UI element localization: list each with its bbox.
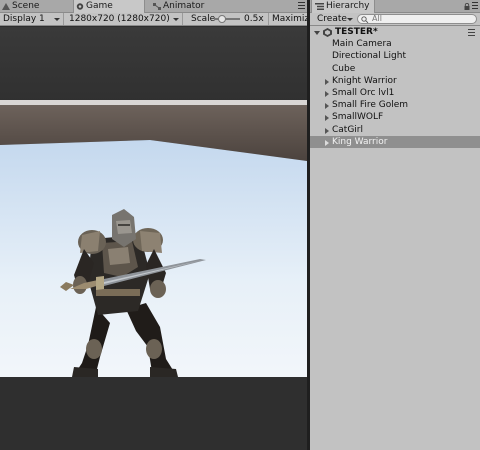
hierarchy-item-main-camera[interactable]: Main Camera (310, 38, 480, 50)
tab-animator[interactable]: Animator (151, 0, 231, 13)
wall-ledge (0, 100, 307, 105)
expand-arrow-icon[interactable] (325, 127, 329, 134)
game-toolbar: Display 1 1280x720 (1280x720) Scale 0.5x… (0, 13, 315, 26)
scale-label: Scale (191, 14, 216, 24)
tab-game[interactable]: Game (73, 0, 145, 13)
scene-root-row[interactable]: TESTER* (310, 26, 480, 38)
game-panel: Scene Game Animator Display 1 1280x720 (… (0, 0, 315, 450)
hierarchy-search-input[interactable]: All (357, 14, 477, 24)
game-viewport[interactable] (0, 27, 307, 450)
game-icon (76, 3, 84, 10)
hierarchy-item-smallwolf[interactable]: SmallWOLF (310, 111, 480, 123)
scene-icon (2, 3, 10, 10)
lock-icon[interactable] (464, 3, 470, 10)
chevron-down-icon (173, 18, 179, 21)
tab-game-label: Game (86, 1, 113, 11)
hierarchy-icon (315, 3, 324, 10)
display-label: Display 1 (3, 14, 45, 24)
hierarchy-item-label: Small Fire Golem (332, 100, 409, 111)
hierarchy-item-knight-warrior[interactable]: Knight Warrior (310, 75, 480, 87)
viewport-bottom-area (0, 377, 307, 450)
game-render (0, 27, 307, 450)
scene-name: TESTER* (335, 27, 378, 37)
unity-scene-icon (323, 28, 332, 37)
hierarchy-tab-bar: Hierarchy (310, 0, 480, 13)
hierarchy-item-king-warrior[interactable]: King Warrior (310, 135, 480, 148)
tab-animator-label: Animator (163, 1, 205, 11)
search-icon (361, 16, 369, 23)
hierarchy-item-cube[interactable]: Cube (310, 63, 480, 75)
scale-value: 0.5x (241, 13, 269, 25)
hierarchy-item-small-fire-golem[interactable]: Small Fire Golem (310, 99, 480, 111)
resolution-label: 1280x720 (1280x720) (69, 14, 170, 24)
hierarchy-item-small-orc-lvl1[interactable]: Small Orc lvl1 (310, 87, 480, 99)
expand-arrow-icon[interactable] (325, 139, 329, 146)
expand-arrow-icon[interactable] (325, 78, 329, 85)
tab-hierarchy[interactable]: Hierarchy (311, 0, 375, 13)
scale-slider-handle[interactable] (218, 15, 226, 23)
create-label: Create (317, 14, 347, 24)
expand-arrow-icon[interactable] (325, 115, 329, 122)
hierarchy-toolbar: Create All (310, 13, 480, 26)
hierarchy-item-label: Knight Warrior (332, 75, 397, 86)
panel-menu-icon[interactable] (298, 2, 305, 10)
animator-icon (153, 3, 161, 10)
expand-arrow-icon[interactable] (314, 31, 320, 35)
tab-scene[interactable]: Scene (0, 0, 68, 13)
hierarchy-item-label: King Warrior (332, 136, 388, 147)
hierarchy-panel: Hierarchy Create All TESTER* Main Camera… (310, 0, 480, 450)
hierarchy-item-label: Cube (332, 63, 356, 74)
hierarchy-item-label: CatGirl (332, 124, 364, 135)
hierarchy-item-label: SmallWOLF (332, 112, 384, 123)
expand-arrow-icon[interactable] (325, 103, 329, 110)
display-dropdown[interactable]: Display 1 (0, 13, 64, 25)
editor-tab-bar: Scene Game Animator (0, 0, 307, 13)
tab-scene-label: Scene (12, 1, 40, 11)
chevron-down-icon (347, 18, 353, 21)
scene-menu-icon[interactable] (468, 29, 475, 36)
search-placeholder: All (372, 14, 382, 23)
panel-menu-icon[interactable] (472, 2, 478, 10)
hierarchy-item-label: Main Camera (332, 39, 392, 50)
hierarchy-item-directional-light[interactable]: Directional Light (310, 50, 480, 62)
hierarchy-item-label: Small Orc lvl1 (332, 87, 395, 98)
hierarchy-item-catgirl[interactable]: CatGirl (310, 124, 480, 136)
resolution-dropdown[interactable]: 1280x720 (1280x720) (66, 13, 183, 25)
create-dropdown[interactable]: Create (314, 13, 354, 25)
viewport-top-area (0, 27, 307, 103)
expand-arrow-icon[interactable] (325, 90, 329, 97)
hierarchy-tree: TESTER* Main Camera Directional Light Cu… (310, 26, 480, 148)
tab-hierarchy-label: Hierarchy (326, 1, 370, 11)
chevron-down-icon (54, 18, 60, 21)
hierarchy-item-label: Directional Light (332, 51, 406, 62)
